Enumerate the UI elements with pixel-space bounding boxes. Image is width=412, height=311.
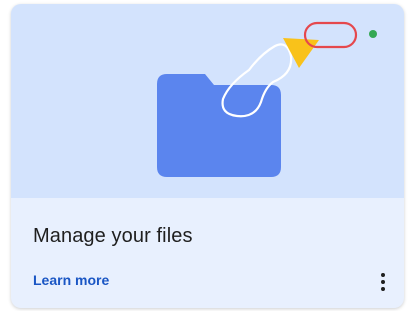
learn-more-link[interactable]: Learn more	[33, 272, 109, 288]
triangle-decoration	[283, 38, 319, 68]
card-title: Manage your files	[33, 225, 193, 247]
files-illustration	[157, 21, 377, 177]
card-illustration	[11, 4, 404, 198]
dot-decoration	[369, 30, 377, 38]
more-vert-icon	[381, 273, 385, 291]
file-card[interactable]: Manage your files Learn more	[11, 4, 404, 308]
folder-icon	[157, 74, 281, 177]
more-options-button[interactable]	[371, 268, 395, 296]
